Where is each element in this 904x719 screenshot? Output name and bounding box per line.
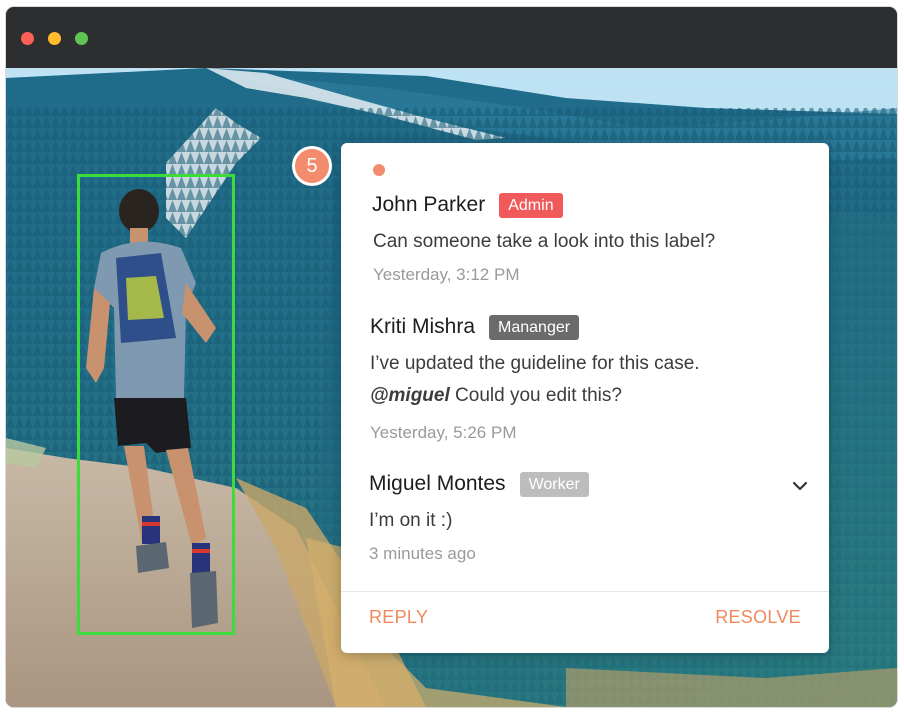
annotation-bounding-box[interactable]: [77, 174, 235, 635]
comment-timestamp: 3 minutes ago: [369, 544, 476, 563]
comment-text-rest: Could you edit this?: [449, 385, 622, 406]
maximize-window-button[interactable]: [75, 32, 88, 45]
role-badge: Admin: [499, 192, 563, 218]
role-badge: Worker: [519, 471, 589, 497]
role-badge: Mananger: [489, 314, 580, 340]
resolve-button[interactable]: RESOLVE: [715, 607, 801, 628]
comment-header: John Parker Admin: [372, 191, 563, 219]
comment-header: Kriti Mishra Mananger: [370, 313, 580, 341]
minimize-window-button[interactable]: [48, 32, 61, 45]
annotated-photo[interactable]: 5 John Parker Admin Can someone take a l…: [6, 68, 897, 707]
comment-count-badge[interactable]: 5: [292, 146, 332, 186]
comment-header: Miguel Montes Worker: [369, 470, 589, 498]
unread-indicator: [373, 164, 385, 176]
close-window-button[interactable]: [21, 32, 34, 45]
chevron-down-icon[interactable]: [790, 476, 810, 496]
comment-text-line: I’ve updated the guideline for this case…: [370, 353, 700, 374]
comment-author: Miguel Montes: [369, 472, 506, 495]
app-window: 5 John Parker Admin Can someone take a l…: [6, 7, 897, 707]
comment-timestamp: Yesterday, 5:26 PM: [370, 423, 517, 442]
comment-thread-panel: John Parker Admin Can someone take a loo…: [341, 143, 829, 653]
comment-author: Kriti Mishra: [370, 315, 476, 338]
comment-text-line: @miguel Could you edit this?: [370, 385, 622, 407]
comment-text: I’m on it :): [369, 510, 453, 531]
title-bar: [6, 7, 897, 68]
comment-text: Can someone take a look into this label?: [373, 231, 716, 252]
user-mention[interactable]: @miguel: [370, 385, 450, 406]
comment-author: John Parker: [372, 193, 486, 216]
comment-timestamp: Yesterday, 3:12 PM: [373, 265, 520, 284]
reply-button[interactable]: REPLY: [369, 607, 428, 628]
panel-divider: [341, 591, 829, 592]
